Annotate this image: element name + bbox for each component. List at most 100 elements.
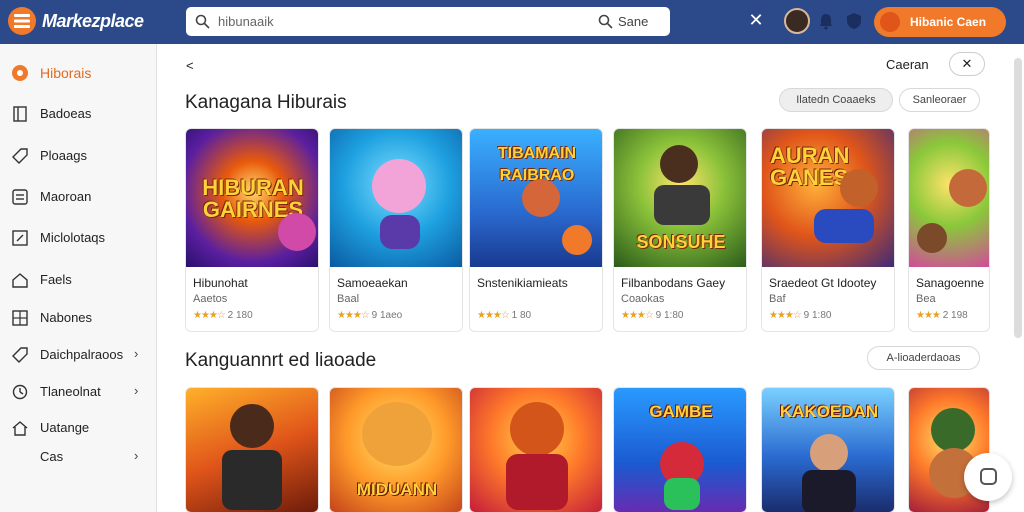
stars-icon: ★★★☆ <box>193 310 226 321</box>
search-submit-icon[interactable] <box>598 14 613 29</box>
filter-pill[interactable]: Ilatedn Coaaeks <box>779 88 893 112</box>
chevron-right-icon[interactable]: › <box>134 383 138 398</box>
game-thumbnail: GAMBE <box>614 388 746 512</box>
brand-name[interactable]: Markezplace <box>42 11 144 32</box>
game-thumbnail: TIBAMAIN RAIBRAO <box>470 129 602 267</box>
game-card[interactable]: SONSUHE Filbanbodans Gaey Coaokas ★★★☆ 9… <box>613 128 747 332</box>
character-art <box>362 402 432 466</box>
game-card[interactable]: TIBAMAIN RAIBRAO Snstenikiamieats ★★★☆ 1… <box>469 128 603 332</box>
character-art <box>562 225 592 255</box>
scrollbar[interactable] <box>1014 58 1022 338</box>
game-name: Sraedeot Gt Idootey <box>769 276 877 290</box>
game-card[interactable]: HIBURAN GAIRNES Hibunohat Aaetos ★★★☆ 2 … <box>185 128 319 332</box>
sort-close-button[interactable]: ✕ <box>949 52 985 76</box>
stars-icon: ★★★☆ <box>621 310 654 321</box>
stars-icon: ★★★☆ <box>477 310 510 321</box>
character-art <box>814 209 874 243</box>
game-card[interactable]: Sanagoenne Bea ★★★ 2 198 <box>908 128 990 332</box>
search-bar[interactable]: hibunaaik Sane <box>186 7 670 36</box>
top-bar: Markezplace hibunaaik Sane ✕ Hibanic Cae… <box>0 0 1024 44</box>
sidebar-item-daichpalraoos[interactable]: Daichpalraoos › <box>0 340 157 370</box>
sidebar-item-badoeas[interactable]: Badoeas <box>0 99 157 129</box>
rating: ★★★☆ 2 180 <box>193 310 253 321</box>
game-category: Aaetos <box>193 293 228 305</box>
rating: ★★★ 2 198 <box>916 310 968 321</box>
chat-button[interactable] <box>964 453 1012 501</box>
game-thumbnail <box>470 388 602 512</box>
clock-icon <box>12 384 28 400</box>
sidebar-item-tlaneolnat[interactable]: Tlaneolnat › <box>0 377 157 407</box>
sidebar: Hiborais Badoeas Ploaags Maoroan Miclolo… <box>0 44 157 512</box>
section-title: Kanagana Hiburais <box>185 92 347 113</box>
chevron-right-icon[interactable]: › <box>134 346 138 361</box>
avatar[interactable] <box>784 8 810 34</box>
filter-pill[interactable]: A-lioaderdaoas <box>867 346 980 370</box>
rating: ★★★☆ 9 1:80 <box>769 310 832 321</box>
sidebar-item-miclolotaqs[interactable]: Miclolotaqs <box>0 223 157 253</box>
game-card[interactable]: KAKOEDAN <box>761 387 895 512</box>
game-thumbnail <box>330 129 462 267</box>
game-card[interactable]: AURAN GANES Sraedeot Gt Idootey Baf ★★★☆… <box>761 128 895 332</box>
sidebar-item-maoroan[interactable]: Maoroan <box>0 182 157 212</box>
character-art <box>664 478 700 510</box>
game-name: Hibunohat <box>193 276 248 290</box>
grid-icon <box>12 310 28 326</box>
sidebar-item-uatange[interactable]: Uatange <box>0 413 157 443</box>
game-name: Snstenikiamieats <box>477 276 568 290</box>
game-thumbnail <box>909 129 989 267</box>
stars-icon: ★★★☆ <box>769 310 802 321</box>
character-art <box>222 450 282 510</box>
character-art <box>278 213 316 251</box>
game-category: Coaokas <box>621 293 665 305</box>
search-input[interactable]: hibunaaik <box>218 14 274 29</box>
tag-icon <box>12 148 28 164</box>
character-art <box>917 223 947 253</box>
sidebar-item-cas[interactable]: Cas › <box>0 442 157 472</box>
game-category: Baal <box>337 293 360 305</box>
close-icon[interactable]: ✕ <box>748 11 764 29</box>
rating: ★★★☆ 1 80 <box>477 310 532 321</box>
chat-icon <box>980 468 997 485</box>
orange-dot-icon <box>12 65 28 81</box>
character-art <box>230 404 274 448</box>
game-thumbnail: SONSUHE <box>614 129 746 267</box>
sidebar-item-ploaags[interactable]: Ploaags <box>0 141 157 171</box>
stars-icon: ★★★☆ <box>337 310 370 321</box>
sort-label: Caeran <box>886 57 929 72</box>
sidebar-item-faels[interactable]: Faels <box>0 265 157 295</box>
character-art <box>931 408 975 452</box>
character-art <box>654 185 710 225</box>
search-button[interactable]: Sane <box>618 14 648 29</box>
edit-icon <box>12 230 28 246</box>
shield-icon[interactable] <box>846 12 862 30</box>
character-art <box>840 169 878 207</box>
character-art <box>522 179 560 217</box>
game-card[interactable]: GAMBE <box>613 387 747 512</box>
house-icon <box>12 421 28 436</box>
sidebar-item-hiborais[interactable]: Hiborais <box>0 58 157 88</box>
tag-icon <box>12 347 28 363</box>
sign-in-button[interactable]: Hibanic Caen <box>874 7 1006 37</box>
home-icon <box>12 273 28 288</box>
character-art <box>372 159 426 213</box>
book-icon <box>13 106 27 122</box>
chevron-right-icon[interactable]: › <box>134 448 138 463</box>
sidebar-item-nabones[interactable]: Nabones <box>0 303 157 333</box>
game-card[interactable] <box>469 387 603 512</box>
character-art <box>949 169 987 207</box>
game-card[interactable]: MIDUANN <box>329 387 463 512</box>
stars-icon: ★★★ <box>916 310 941 321</box>
game-thumbnail <box>186 388 318 512</box>
filter-pill[interactable]: Sanleoraer <box>899 88 980 112</box>
back-button[interactable]: < <box>186 58 194 73</box>
game-name: Sanagoenne <box>916 276 985 290</box>
game-category: Bea <box>916 293 936 305</box>
game-card[interactable] <box>185 387 319 512</box>
rating: ★★★☆ 9 1aeo <box>337 310 403 321</box>
brand-logo-icon[interactable] <box>8 7 36 35</box>
character-art <box>810 434 848 472</box>
game-thumbnail: HIBURAN GAIRNES <box>186 129 318 267</box>
character-art <box>380 215 420 249</box>
game-card[interactable]: Samoeaekan Baal ★★★☆ 9 1aeo <box>329 128 463 332</box>
bell-icon[interactable] <box>818 12 834 30</box>
